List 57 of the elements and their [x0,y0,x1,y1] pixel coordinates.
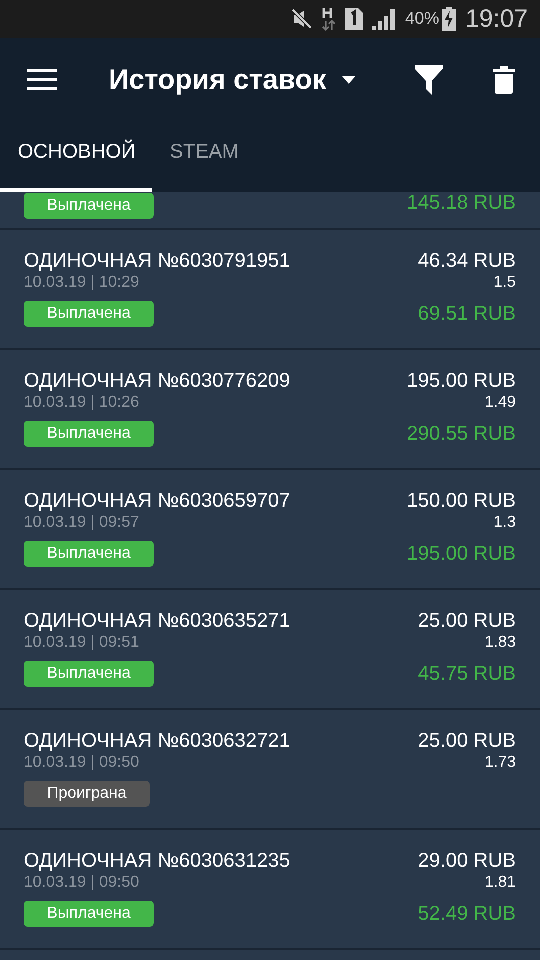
mute-icon [291,8,314,30]
bet-datetime: 10.03.19 | 09:50 [24,873,140,893]
bet-row[interactable]: ОДИНОЧНАЯ №6030631235 10.03.19 | 09:50 Выплачена 29.00 RUB 1.81 52.49 RUB [0,830,540,950]
bet-datetime: 10.03.19 | 10:26 [24,393,140,413]
bet-stake: 46.34 RUB [418,249,516,273]
bet-row[interactable]: ОДИНОЧНАЯ №6030791951 10.03.19 | 10:29 Выплачена 46.34 RUB 1.5 69.51 RUB [0,230,540,350]
bet-odds: 1.81 [484,873,516,893]
bet-row[interactable]: Выплачена 145.18 RUB [0,192,540,230]
bet-stake: 29.00 RUB [418,849,516,873]
bet-stake: 25.00 RUB [418,609,516,633]
bet-title: ОДИНОЧНАЯ №6030632721 [24,729,290,753]
status-badge: Выплачена [24,901,154,927]
bet-payout: 69.51 RUB [418,302,516,327]
battery-charging-icon [442,7,456,31]
signal-icon [372,8,396,30]
bet-stake: 195.00 RUB [407,369,516,393]
dropdown-caret-icon[interactable] [342,76,356,84]
status-badge: Выплачена [24,541,154,567]
bet-odds: 1.73 [484,753,516,773]
bet-row[interactable]: ОДИНОЧНАЯ №6030659707 10.03.19 | 09:57 Выплачена 150.00 RUB 1.3 195.00 RUB [0,470,540,590]
clock: 19:07 [465,4,528,34]
status-badge: Выплачена [24,661,154,687]
bet-title: ОДИНОЧНАЯ №6030776209 [24,369,290,393]
bet-datetime: 10.03.19 | 09:57 [24,513,140,533]
bet-payout: 290.55 RUB [407,422,516,447]
sim-card-icon [345,8,364,30]
bet-title: ОДИНОЧНАЯ №6030635271 [24,609,290,633]
bet-title: ОДИНОЧНАЯ №6030791951 [24,249,290,273]
filter-icon[interactable] [415,65,443,95]
bet-odds: 1.83 [484,633,516,653]
bet-odds: 1.49 [484,393,516,413]
battery-percent: 40% [405,9,440,29]
bet-row[interactable]: ОДИНОЧНАЯ №6030632721 10.03.19 | 09:50 Проиграна 25.00 RUB 1.73 [0,710,540,830]
bet-odds: 1.5 [494,273,516,293]
screen-title[interactable]: История ставок [109,64,326,96]
status-badge: Проиграна [24,781,150,807]
bet-payout: 45.75 RUB [418,662,516,687]
bet-payout: 195.00 RUB [407,542,516,567]
status-badge: Выплачена [24,421,154,447]
bet-title: ОДИНОЧНАЯ №6030659707 [24,489,290,513]
bet-payout: 52.49 RUB [418,902,516,927]
delete-icon[interactable] [493,66,515,94]
bet-datetime: 10.03.19 | 09:50 [24,753,140,773]
bet-stake: 25.00 RUB [418,729,516,753]
network-type-icon [322,7,336,31]
bet-stake: 150.00 RUB [407,489,516,513]
bet-payout: 145.18 RUB [407,191,516,216]
bet-datetime: 10.03.19 | 09:51 [24,633,140,653]
status-badge: Выплачена [24,193,154,219]
bet-title: ОДИНОЧНАЯ №6030631235 [24,849,290,873]
bet-row[interactable]: ОДИНОЧНАЯ №6030635271 10.03.19 | 09:51 Выплачена 25.00 RUB 1.83 45.75 RUB [0,590,540,710]
menu-icon[interactable] [27,69,57,91]
tab[interactable]: STEAM [152,122,257,192]
bet-row[interactable]: ОДИНОЧНАЯ №6030776209 10.03.19 | 10:26 Выплачена 195.00 RUB 1.49 290.55 RUB [0,350,540,470]
bet-odds: 1.3 [494,513,516,533]
bet-datetime: 10.03.19 | 10:29 [24,273,140,293]
status-badge: Выплачена [24,301,154,327]
